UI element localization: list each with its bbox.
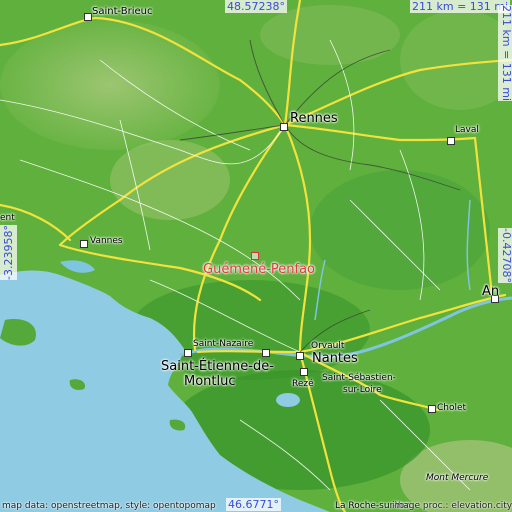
city-label-saint-sebastien-line2[interactable]: sur-Loire — [343, 386, 382, 395]
city-label-saint-etienne-line2[interactable]: Montluc — [184, 375, 236, 388]
city-marker-rennes — [280, 123, 288, 131]
city-label-saint-sebastien-line1[interactable]: Saint-Sébastien- — [322, 374, 396, 383]
city-label-reze[interactable]: Rezé — [292, 380, 314, 389]
city-marker-vannes — [80, 240, 88, 248]
coord-top: 48.57238° — [225, 0, 287, 13]
coord-bottom: 46.6771° — [226, 498, 281, 511]
city-marker-nantes — [296, 352, 304, 360]
coord-left: -3.23958° — [0, 225, 17, 280]
city-marker-reze — [300, 368, 308, 376]
city-marker-orvault — [262, 349, 270, 357]
city-label-laval[interactable]: Laval — [455, 126, 479, 135]
city-marker-laval — [447, 137, 455, 145]
city-label-rennes[interactable]: Rennes — [290, 112, 338, 125]
credit-left: map data: openstreetmap, style: opentopo… — [2, 501, 216, 511]
peak-label-mont-mercure: Mont Mercure — [426, 473, 489, 483]
city-label-saint-etienne-line1[interactable]: Saint-Étienne-de- — [161, 360, 274, 373]
map-view[interactable]: 48.57238° 46.6771° -3.23958° -0.42708° 2… — [0, 0, 512, 512]
city-label-angers[interactable]: An — [482, 285, 499, 298]
target-marker[interactable] — [251, 252, 259, 260]
city-label-saint-brieuc[interactable]: Saint-Brieuc — [92, 7, 153, 17]
city-marker-saint-brieuc — [84, 13, 92, 21]
target-label[interactable]: Guémené-Penfao — [203, 262, 315, 277]
scale-top: 211 km = 131 mi — [410, 0, 511, 13]
city-label-lorient[interactable]: ent — [0, 214, 15, 223]
city-label-saint-nazaire[interactable]: Saint-Nazaire — [193, 340, 253, 349]
city-label-nantes[interactable]: Nantes — [312, 352, 358, 365]
city-marker-saint-nazaire — [184, 349, 192, 357]
city-label-cholet[interactable]: Cholet — [437, 404, 466, 413]
city-marker-cholet — [428, 405, 436, 413]
credit-right: image proc.: elevation.city — [392, 501, 512, 511]
city-label-orvault[interactable]: Orvault — [311, 342, 344, 351]
scale-right: 211 km = 131 mi — [498, 5, 512, 102]
city-label-vannes[interactable]: Vannes — [90, 237, 123, 246]
coord-right: -0.42708° — [498, 228, 512, 283]
